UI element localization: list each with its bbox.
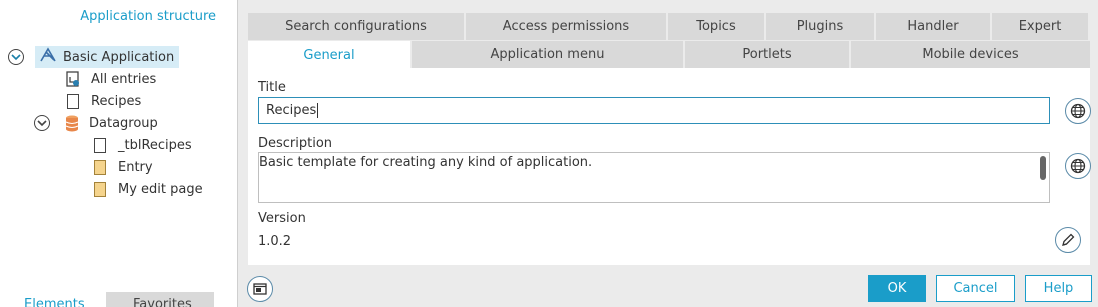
document-icon xyxy=(67,93,79,109)
tree-item-basic-application[interactable]: Basic Application xyxy=(8,46,180,68)
version-label: Version xyxy=(258,211,306,226)
version-value: 1.0.2 xyxy=(258,234,292,249)
tree-item-label: My edit page xyxy=(118,181,203,197)
tree-item-label: All entries xyxy=(91,71,157,87)
tab-expert[interactable]: Expert xyxy=(992,13,1090,40)
title-input[interactable]: Recipes xyxy=(258,97,1050,124)
tab-search-configurations[interactable]: Search configurations xyxy=(248,13,466,40)
edit-version-pencil-icon[interactable] xyxy=(1055,227,1081,253)
tab-mobile-devices[interactable]: Mobile devices xyxy=(851,41,1090,68)
database-icon xyxy=(65,115,79,132)
tab-portlets[interactable]: Portlets xyxy=(685,41,851,68)
tree-item-datagroup[interactable]: Datagroup xyxy=(34,112,158,134)
tab-elements[interactable]: Elements xyxy=(0,292,104,307)
page-icon xyxy=(94,159,106,175)
description-value: Basic template for creating any kind of … xyxy=(259,155,593,170)
title-label: Title xyxy=(258,80,286,95)
general-panel: Title Recipes Description Basic template… xyxy=(248,68,1091,265)
text-cursor xyxy=(317,103,319,118)
page-icon xyxy=(94,181,106,197)
tab-handler[interactable]: Handler xyxy=(876,13,992,40)
description-scrollbar[interactable] xyxy=(1040,156,1046,180)
tree-item-label: Basic Application xyxy=(63,49,175,65)
tree-item-label: Recipes xyxy=(91,93,142,109)
entries-icon xyxy=(66,70,80,88)
tree-item-recipes[interactable]: Recipes xyxy=(67,90,141,112)
title-input-value: Recipes xyxy=(266,103,317,118)
properties-dialog: Search configurations Access permissions… xyxy=(237,0,1098,307)
translate-title-globe-icon[interactable] xyxy=(1065,98,1091,124)
description-textarea[interactable]: Basic template for creating any kind of … xyxy=(258,152,1050,203)
selected-node[interactable]: Basic Application xyxy=(35,46,180,68)
pane-title: Application structure xyxy=(80,9,216,24)
bottom-tab-bar: Elements Favorites xyxy=(0,292,237,307)
translate-description-globe-icon[interactable] xyxy=(1065,153,1091,179)
tree-item-tblrecipes[interactable]: _tblRecipes xyxy=(94,134,192,156)
tree-item-my-edit-page[interactable]: My edit page xyxy=(94,178,203,200)
tab-favorites[interactable]: Favorites xyxy=(106,292,214,307)
tab-access-permissions[interactable]: Access permissions xyxy=(466,13,668,40)
tree-item-label: _tblRecipes xyxy=(118,137,192,153)
tab-plugins[interactable]: Plugins xyxy=(766,13,876,40)
window-options-icon[interactable] xyxy=(247,276,273,302)
document-icon xyxy=(94,137,106,153)
tab-application-menu[interactable]: Application menu xyxy=(412,41,685,68)
tab-topics[interactable]: Topics xyxy=(668,13,766,40)
cancel-button[interactable]: Cancel xyxy=(936,275,1015,302)
ok-button[interactable]: OK xyxy=(868,275,926,302)
collapse-toggle-icon[interactable] xyxy=(8,49,24,65)
description-label: Description xyxy=(258,136,333,151)
tree-item-entry[interactable]: Entry xyxy=(94,156,153,178)
application-structure-pane: Application structure Basic Application … xyxy=(0,0,237,307)
tree-item-label: Entry xyxy=(118,159,153,175)
application-icon xyxy=(39,47,57,67)
tree-item-label: Datagroup xyxy=(89,115,158,131)
collapse-toggle-icon[interactable] xyxy=(34,115,50,131)
help-button[interactable]: Help xyxy=(1025,275,1092,302)
tab-general[interactable]: General xyxy=(248,41,412,69)
tree-item-all-entries[interactable]: All entries xyxy=(66,68,156,90)
